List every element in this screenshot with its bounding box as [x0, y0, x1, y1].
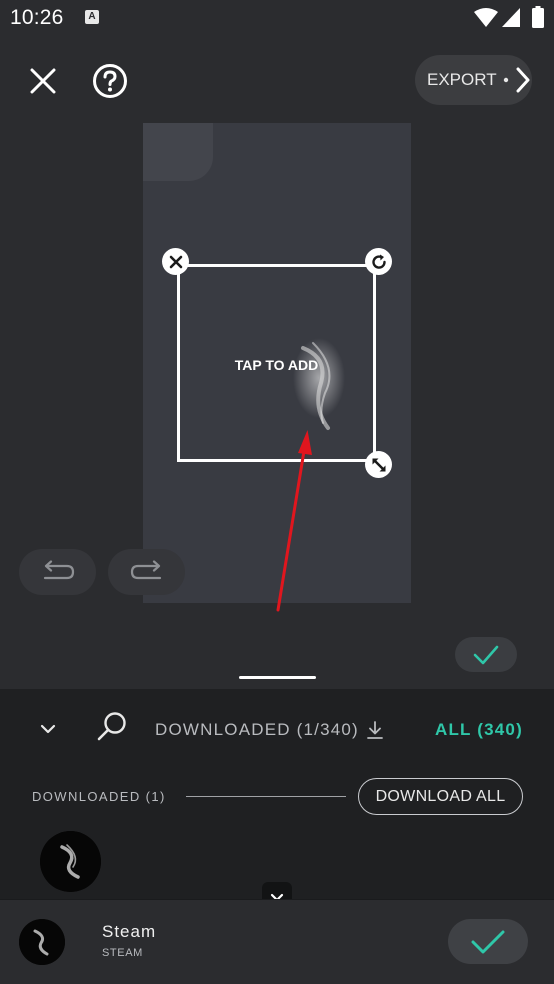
- export-dot-icon: [503, 77, 508, 83]
- redo-icon: [130, 560, 161, 580]
- steam-thumbnail-image: [40, 831, 101, 892]
- sticker-category: STEAM: [102, 947, 143, 959]
- chevron-right-icon: [516, 67, 530, 93]
- help-button[interactable]: [90, 61, 130, 101]
- canvas-decoration: [143, 123, 213, 181]
- chevron-down-icon: [40, 724, 56, 734]
- close-button[interactable]: [24, 62, 62, 100]
- wifi-icon: [474, 8, 498, 27]
- resize-sticker-handle[interactable]: [365, 451, 392, 478]
- sticker-title: Steam: [102, 922, 157, 941]
- sheet-header: DOWNLOADED (1/340) ALL (340): [0, 689, 554, 769]
- confirm-small-button[interactable]: [455, 637, 517, 672]
- check-icon: [473, 645, 499, 664]
- tab-downloaded-label: DOWNLOADED (1/340): [155, 720, 359, 739]
- check-icon: [471, 930, 505, 953]
- sticker-sheet: DOWNLOADED (1/340) ALL (340) DOWNLOADED …: [0, 689, 554, 899]
- search-button[interactable]: [94, 709, 130, 745]
- annotation-arrow: [276, 430, 312, 612]
- tab-downloaded[interactable]: DOWNLOADED (1/340): [155, 720, 383, 740]
- selected-sticker-thumbnail: [19, 919, 65, 965]
- status-time: 10:26: [10, 6, 64, 29]
- rotate-sticker-handle[interactable]: [365, 248, 392, 275]
- remove-icon: [169, 255, 182, 268]
- app-notification-icon: A: [85, 10, 99, 24]
- sheet-drag-handle[interactable]: [239, 676, 316, 679]
- collapse-sheet-button[interactable]: [36, 717, 60, 741]
- search-icon: [97, 712, 126, 741]
- export-button[interactable]: EXPORT: [415, 55, 532, 105]
- redo-button[interactable]: [108, 549, 185, 595]
- remove-sticker-handle[interactable]: [162, 248, 189, 275]
- tap-to-add-label: TAP TO ADD: [234, 357, 319, 373]
- export-label: EXPORT: [427, 70, 497, 89]
- section-divider: [186, 796, 346, 797]
- help-icon: [93, 64, 127, 98]
- download-all-button[interactable]: DOWNLOAD ALL: [358, 778, 523, 815]
- battery-icon: [532, 6, 544, 28]
- sticker-thumbnail-steam[interactable]: [40, 831, 101, 892]
- tab-all[interactable]: ALL (340): [435, 720, 523, 740]
- selected-sticker-bar: Steam STEAM: [0, 899, 554, 984]
- download-icon: [367, 721, 383, 739]
- undo-button[interactable]: [19, 549, 96, 595]
- resize-icon: [372, 458, 385, 471]
- rotate-icon: [371, 254, 386, 269]
- status-bar: 10:26 A: [0, 0, 554, 36]
- section-downloaded-label: DOWNLOADED (1): [32, 789, 166, 804]
- confirm-sticker-button[interactable]: [448, 919, 528, 964]
- signal-icon: [502, 8, 520, 27]
- steam-thumbnail-image: [19, 919, 65, 965]
- undo-icon: [43, 560, 74, 580]
- close-icon: [30, 68, 56, 94]
